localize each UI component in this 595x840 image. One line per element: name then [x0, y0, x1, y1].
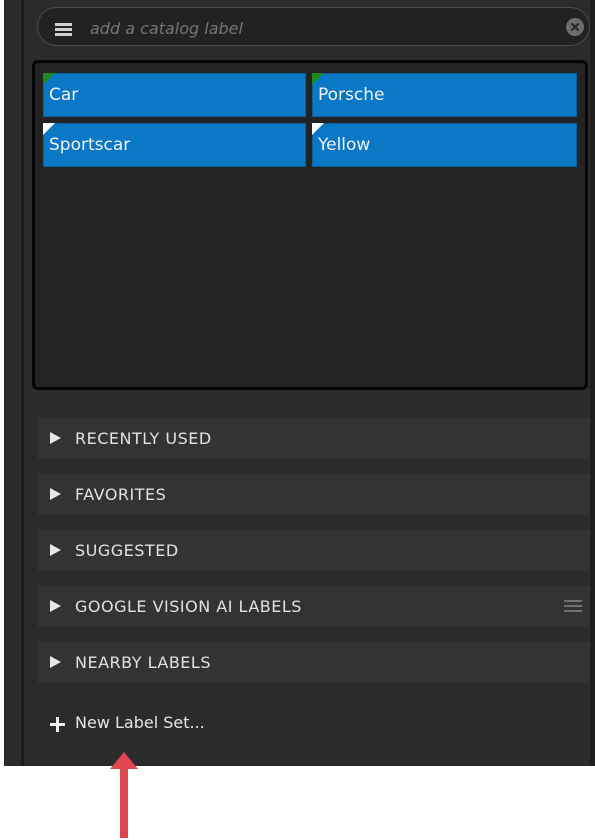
new-label-set-button[interactable]: New Label Set...	[38, 700, 590, 745]
label-panel: Car Porsche Sportscar Yellow RECENTLY US…	[4, 0, 595, 766]
annotation-arrow-shaft	[120, 768, 128, 838]
annotation-arrow-icon	[110, 752, 138, 838]
section-title: RECENTLY USED	[75, 429, 212, 448]
triangle-right-icon	[50, 432, 61, 444]
triangle-right-icon	[50, 656, 61, 668]
section-nearby-labels[interactable]: NEARBY LABELS	[38, 642, 590, 683]
tag-corner-marker	[312, 123, 324, 135]
applied-labels-area[interactable]: Car Porsche Sportscar Yellow	[32, 60, 588, 390]
section-title: GOOGLE VISION AI LABELS	[75, 597, 302, 616]
plus-icon	[50, 717, 65, 732]
triangle-right-icon	[50, 544, 61, 556]
clear-icon[interactable]	[566, 18, 584, 36]
label-tag-car[interactable]: Car	[43, 73, 306, 117]
label-tag-text: Car	[49, 85, 79, 105]
new-label-set-label: New Label Set...	[75, 713, 205, 732]
label-tag-text: Sportscar	[49, 135, 131, 155]
label-tag-text: Yellow	[318, 135, 371, 155]
label-tag-porsche[interactable]: Porsche	[312, 73, 577, 117]
label-tag-sportscar[interactable]: Sportscar	[43, 123, 306, 167]
hamburger-icon[interactable]	[55, 23, 72, 36]
section-title: NEARBY LABELS	[75, 653, 211, 672]
section-google-vision-ai-labels[interactable]: GOOGLE VISION AI LABELS	[38, 586, 590, 627]
catalog-label-search-bar	[37, 7, 590, 46]
tag-corner-marker	[43, 123, 55, 135]
section-title: SUGGESTED	[75, 541, 179, 560]
tag-corner-marker	[43, 73, 55, 85]
label-tag-yellow[interactable]: Yellow	[312, 123, 577, 167]
tag-corner-marker	[312, 73, 324, 85]
section-suggested[interactable]: SUGGESTED	[38, 530, 590, 571]
page: Car Porsche Sportscar Yellow RECENTLY US…	[0, 0, 595, 840]
catalog-label-input[interactable]	[88, 14, 552, 42]
triangle-right-icon	[50, 488, 61, 500]
annotation-arrow-head	[110, 752, 138, 769]
triangle-right-icon	[50, 600, 61, 612]
left-divider	[21, 0, 24, 766]
right-divider	[590, 0, 595, 766]
section-title: FAVORITES	[75, 485, 167, 504]
label-tag-text: Porsche	[318, 85, 385, 105]
section-recently-used[interactable]: RECENTLY USED	[38, 418, 590, 459]
section-favorites[interactable]: FAVORITES	[38, 474, 590, 515]
section-menu-icon[interactable]	[564, 600, 582, 613]
